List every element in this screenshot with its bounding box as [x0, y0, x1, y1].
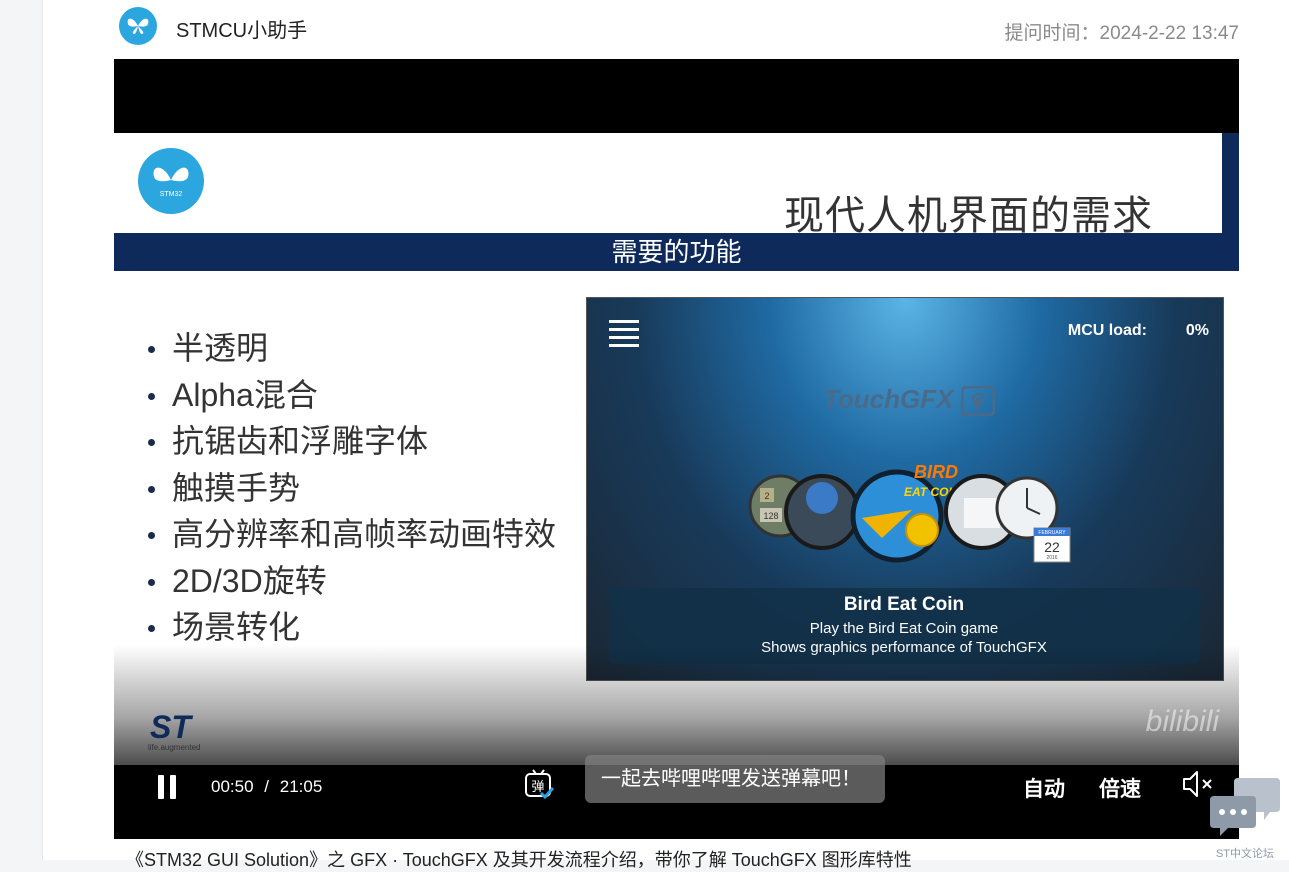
chat-bubble-icon — [1210, 778, 1280, 836]
feature-item: Alpha混合 — [146, 372, 556, 419]
playback-speed-button[interactable]: 倍速 — [1099, 773, 1141, 803]
app-description-1: Play the Bird Eat Coin game — [809, 620, 999, 637]
touch-hand-icon — [960, 385, 996, 417]
touchgfx-logo: TouchGFX — [823, 384, 996, 417]
feature-item: 高分辨率和高帧率动画特效 — [146, 511, 556, 558]
duration: 21:05 — [279, 777, 323, 796]
danmaku-input[interactable]: 一起去哔哩哔哩发送弹幕吧！ — [585, 755, 885, 803]
controls-gradient — [114, 645, 1239, 765]
post-time: 提问时间：2024-2-22 13:47 — [1004, 23, 1239, 44]
svg-text:STM32: STM32 — [160, 191, 183, 198]
butterfly-icon — [127, 18, 149, 34]
app-carousel: 2 128 BIRD EAT COIN FEBRUARY 22 2016 — [748, 462, 1071, 563]
slide-section-bar: 需要的功能 — [114, 233, 1239, 271]
danmaku-toggle-button[interactable]: 弹 — [524, 769, 555, 800]
feature-item: 半透明 — [146, 325, 556, 372]
post-caption: 《STM32 GUI Solution》之 GFX · TouchGFX 及其开… — [126, 850, 912, 870]
touchgfx-text: TouchGFX — [823, 384, 954, 414]
mcu-load-label: MCU load: — [1067, 322, 1147, 339]
touchgfx-demo-screen: MCU load: 0% TouchGFX 2 128 BIRD EAT COI… — [586, 297, 1224, 681]
feature-item: 触摸手势 — [146, 465, 556, 512]
svg-text:22: 22 — [1044, 539, 1060, 555]
current-time: 00:50 — [211, 777, 254, 796]
danmaku-icon: 弹 — [525, 769, 555, 800]
video-frame: STM32 现代人机界面的需求 需要的功能 半透明 Alpha混合 抗锯齿和浮雕… — [114, 133, 1239, 765]
svg-text:BIRD: BIRD — [914, 462, 958, 482]
st-logo: ST — [150, 709, 191, 745]
author-avatar[interactable] — [119, 7, 157, 45]
bilibili-watermark: bilibili — [1145, 705, 1219, 738]
author-name[interactable]: STMCU小助手 — [176, 14, 307, 43]
st-tagline: life.augmented — [148, 743, 201, 752]
quality-auto-button[interactable]: 自动 — [1023, 773, 1065, 803]
video-player[interactable]: STM32 现代人机界面的需求 需要的功能 半透明 Alpha混合 抗锯齿和浮雕… — [114, 59, 1239, 839]
mcu-load-value: 0% — [1185, 322, 1209, 339]
svg-text:2: 2 — [764, 491, 769, 501]
butterfly-icon: STM32 — [153, 167, 189, 198]
svg-text:2016: 2016 — [1046, 555, 1057, 561]
time-display: 00:50 / 21:05 — [211, 777, 323, 796]
svg-text:128: 128 — [763, 511, 778, 521]
app-title: Bird Eat Coin — [843, 594, 965, 615]
player-controls: 00:50 / 21:05 弹 一起去哔哩哔哩发送弹幕吧！ 自动 倍速 — [114, 755, 1239, 839]
svg-text:FEBRUARY: FEBRUARY — [1038, 530, 1066, 536]
feature-item: 抗锯齿和浮雕字体 — [146, 418, 556, 465]
stm32-logo: STM32 — [138, 148, 204, 214]
hamburger-menu-icon — [609, 320, 639, 352]
feature-list: 半透明 Alpha混合 抗锯齿和浮雕字体 触摸手势 高分辨率和高帧率动画特效 2… — [146, 325, 556, 651]
feature-item: 2D/3D旋转 — [146, 558, 556, 605]
pause-button[interactable] — [158, 775, 180, 801]
slide-header-band — [1222, 133, 1239, 233]
feature-item: 场景转化 — [146, 604, 556, 651]
